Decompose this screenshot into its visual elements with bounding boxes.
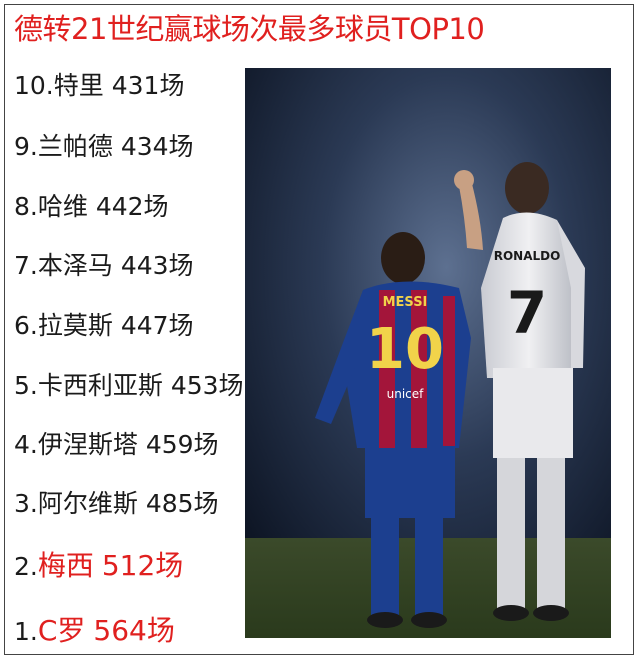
player-name: 兰帕德 — [37, 132, 113, 161]
win-count: 434场 — [120, 132, 194, 161]
player-name: 特里 — [53, 71, 104, 100]
rank: 2. — [14, 552, 38, 581]
svg-text:RONALDO: RONALDO — [494, 249, 561, 263]
rank: 7. — [14, 251, 38, 280]
list-item: 7.本泽马 443场 — [14, 246, 194, 282]
page-title: 德转21世纪赢球场次最多球员TOP10 — [14, 12, 485, 46]
list-item: 5.卡西利亚斯 453场 — [14, 366, 244, 402]
player-name: 阿尔维斯 — [37, 489, 138, 518]
players-photo: RONALDO 7 MESSI 10 unicef — [245, 68, 611, 638]
win-count: 443场 — [120, 251, 194, 280]
win-count: 485场 — [145, 489, 219, 518]
rank: 4. — [14, 430, 38, 459]
list-item: 8.哈维 442场 — [14, 187, 169, 223]
list-item: 10.特里 431场 — [14, 66, 184, 102]
player-name: 拉莫斯 — [37, 311, 113, 340]
svg-text:10: 10 — [366, 317, 444, 382]
win-count: 453场 — [170, 371, 244, 400]
list-item-highlighted: 2.梅西 512场 — [14, 544, 183, 584]
win-count: 442场 — [95, 192, 169, 221]
rank: 5. — [14, 371, 38, 400]
win-count: 447场 — [120, 311, 194, 340]
list-item: 3.阿尔维斯 485场 — [14, 484, 219, 520]
list-item: 6.拉莫斯 447场 — [14, 306, 194, 342]
svg-text:unicef: unicef — [387, 387, 425, 401]
player-name: 伊涅斯塔 — [37, 430, 138, 459]
rank: 9. — [14, 132, 38, 161]
rank: 8. — [14, 192, 38, 221]
rank: 6. — [14, 311, 38, 340]
list-item: 4.伊涅斯塔 459场 — [14, 425, 219, 461]
player-name: 本泽马 — [37, 251, 113, 280]
win-count: 431场 — [111, 71, 185, 100]
list-item: 9.兰帕德 434场 — [14, 127, 194, 163]
rank: 1. — [14, 617, 38, 646]
player-name: 梅西 — [37, 549, 94, 582]
rank: 10. — [14, 71, 54, 100]
player-name: 哈维 — [37, 192, 88, 221]
win-count: 459场 — [145, 430, 219, 459]
player-name: C罗 — [37, 614, 86, 647]
svg-text:MESSI: MESSI — [383, 295, 428, 310]
win-count: 512场 — [101, 549, 184, 582]
win-count: 564场 — [93, 614, 175, 647]
rank: 3. — [14, 489, 38, 518]
list-item-highlighted: 1.C罗 564场 — [14, 609, 175, 649]
svg-text:7: 7 — [507, 279, 547, 347]
player-name: 卡西利亚斯 — [37, 371, 163, 400]
